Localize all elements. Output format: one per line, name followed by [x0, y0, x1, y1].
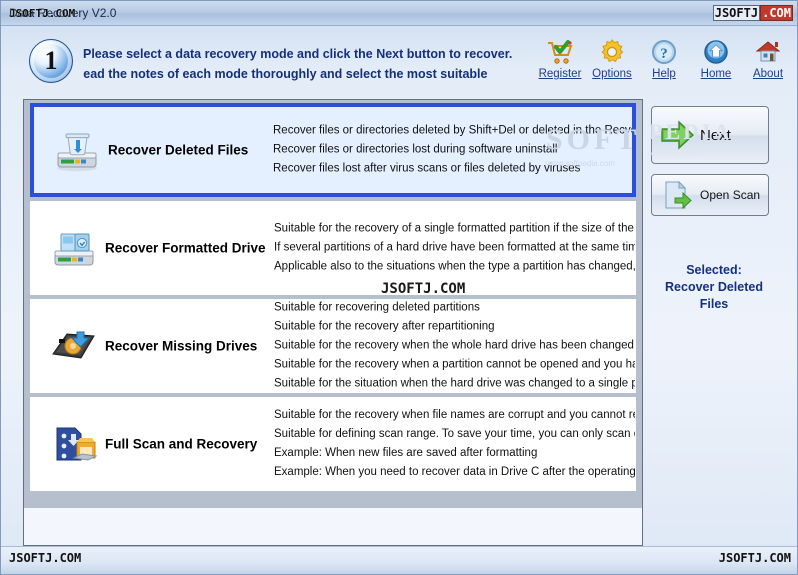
- mode-card-recover-deleted-files[interactable]: Recover Deleted Files Recover files or d…: [30, 103, 636, 197]
- toolbar-item-help[interactable]: ? Help: [639, 37, 689, 80]
- drive-formatted-icon: [47, 224, 101, 272]
- title-watermark-right: JSOFTJ .COM: [712, 5, 793, 21]
- document-arrow-icon: [658, 178, 700, 212]
- instruction-line-1: Please select a data recovery mode and c…: [83, 47, 513, 61]
- open-scan-button[interactable]: Open Scan: [651, 174, 769, 216]
- green-arrow-right-icon: [658, 118, 700, 152]
- mode-description-line: Suitable for the situation when the hard…: [274, 377, 636, 390]
- mode-card-recover-missing-drives[interactable]: Recover Missing Drives Suitable for reco…: [30, 299, 636, 393]
- mode-description-line: Recover files or directories lost during…: [273, 143, 558, 156]
- selected-value-line-1: Recover Deleted: [665, 280, 763, 294]
- selected-caption: Selected:: [686, 263, 742, 277]
- toolbar-label-register: Register: [538, 68, 582, 80]
- mode-description: Recover files or directories deleted by …: [273, 122, 636, 179]
- mode-description-line: Suitable for the recovery when file name…: [274, 409, 636, 421]
- toolbar-label-about: About: [752, 68, 784, 80]
- footer-bar: JSOFTJ.COM JSOFTJ.COM: [1, 546, 797, 574]
- application-window: Data Recovery V2.0 JSOFTJ.COM JSOFTJ .COM…: [0, 0, 798, 575]
- list-right-edge: [640, 100, 642, 507]
- toolbar-item-home[interactable]: Home: [691, 37, 741, 80]
- mode-description-line: Suitable for the recovery when the whole…: [274, 339, 636, 352]
- toolbar-item-options[interactable]: Options: [587, 37, 637, 80]
- watermark-right-plain: JSOFTJ: [712, 5, 761, 21]
- instruction-line-2: se read the notes of each mode thoroughl…: [83, 67, 488, 81]
- drive-recycle-bin-icon: [50, 126, 104, 174]
- watermark-right-red: .COM: [760, 5, 793, 21]
- mode-description-line: Recover files lost after virus scans or …: [273, 162, 581, 175]
- title-watermark-left: JSOFTJ.COM: [9, 7, 76, 20]
- step-number: 1: [44, 46, 58, 75]
- toolbar-item-about[interactable]: About: [743, 37, 793, 80]
- mode-title: Full Scan and Recovery: [105, 436, 258, 452]
- toolbar-label-help: Help: [652, 68, 676, 80]
- selected-value-line-2: Files: [699, 297, 729, 311]
- action-sidebar: Next Open Scan Selected: Recover Deleted…: [651, 106, 777, 313]
- next-button[interactable]: Next: [651, 106, 769, 164]
- mode-title: Recover Missing Drives: [105, 338, 258, 354]
- content-bottom-strip: [24, 507, 642, 545]
- mode-description: Suitable for the recovery of a single fo…: [274, 220, 636, 277]
- mode-description-line: Suitable for recovering deleted partitio…: [274, 301, 480, 314]
- home-circle-icon: [701, 37, 731, 67]
- selected-mode-indicator: Selected: Recover Deleted Files: [651, 262, 777, 313]
- mode-description-line: Example: When you need to recover data i…: [274, 466, 636, 478]
- toolbar: Register Options ? Help Home About: [535, 37, 793, 80]
- mode-description-line: Recover files or directories deleted by …: [273, 124, 636, 137]
- toolbar-item-register[interactable]: Register: [535, 37, 585, 80]
- instruction-text: Please select a data recovery mode and c…: [83, 44, 543, 84]
- house-icon: [753, 37, 783, 67]
- mode-description-line: Suitable for the recovery after repartit…: [274, 320, 495, 333]
- svg-text:?: ?: [660, 46, 668, 62]
- mode-title: Recover Formatted Drive: [105, 240, 266, 256]
- mode-description-line: If several partitions of a hard drive ha…: [274, 241, 636, 254]
- mode-list-panel: Recover Deleted Files Recover files or d…: [23, 99, 643, 546]
- footer-watermark-left: JSOFTJ.COM: [9, 551, 82, 565]
- mode-description-line: Suitable for the recovery when a partiti…: [274, 358, 636, 371]
- mode-title: Recover Deleted Files: [108, 142, 249, 158]
- mode-description-line: Example: When new files are saved after …: [274, 447, 538, 459]
- mode-description-line: Suitable for the recovery of a single fo…: [274, 222, 636, 235]
- mode-card-recover-formatted-drive[interactable]: Recover Formatted Drive Suitable for the…: [30, 201, 636, 295]
- mode-description: Suitable for recovering deleted partitio…: [274, 300, 636, 392]
- gear-icon: [597, 37, 627, 67]
- mode-card-full-scan-and-recovery[interactable]: Full Scan and Recovery Suitable for the …: [30, 397, 636, 491]
- question-circle-icon: ?: [649, 37, 679, 67]
- next-button-label: Next: [700, 126, 731, 144]
- mode-description-line: Applicable also to the situations when t…: [274, 260, 636, 273]
- full-scan-icon: [47, 420, 101, 468]
- mode-description-line: Suitable for defining scan range. To sav…: [274, 428, 636, 440]
- cart-check-icon: [545, 37, 575, 67]
- title-bar: Data Recovery V2.0 JSOFTJ.COM JSOFTJ .COM: [1, 1, 797, 26]
- open-scan-button-label: Open Scan: [700, 188, 761, 202]
- toolbar-label-options: Options: [592, 68, 632, 80]
- toolbar-label-home: Home: [700, 68, 732, 80]
- drive-missing-icon: [47, 322, 101, 370]
- footer-watermark-right: JSOFTJ.COM: [718, 551, 791, 565]
- mode-list: Recover Deleted Files Recover files or d…: [24, 100, 642, 507]
- mode-description: Suitable for the recovery when file name…: [274, 406, 636, 482]
- step-badge: 1: [29, 39, 73, 83]
